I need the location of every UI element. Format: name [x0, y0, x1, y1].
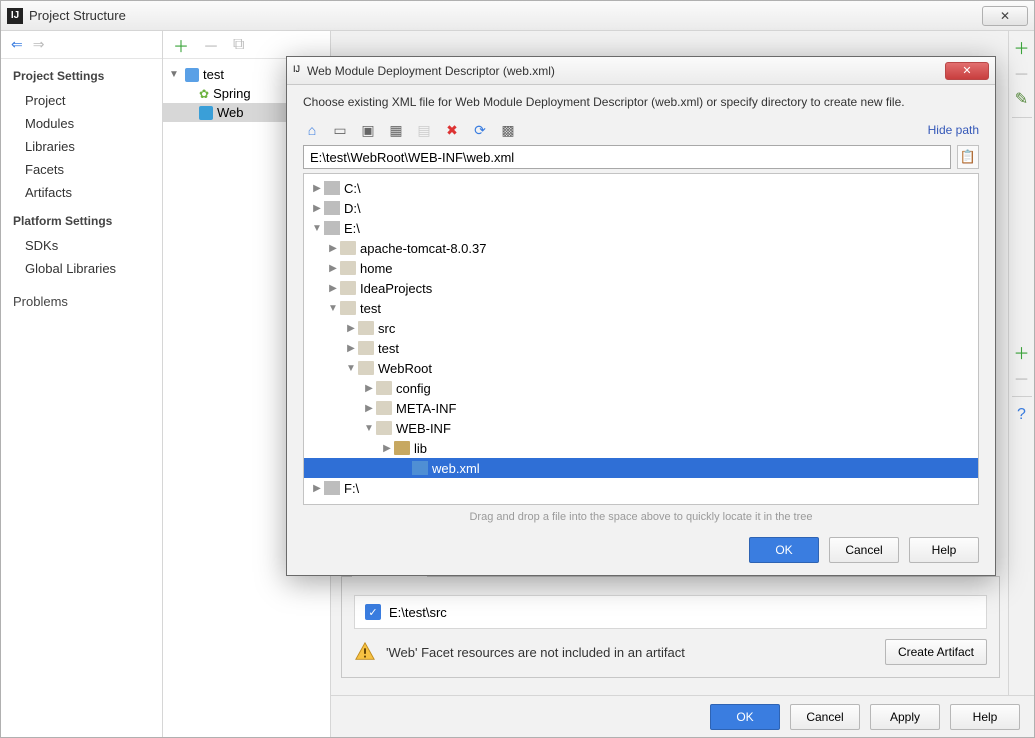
tree-folder-metainf[interactable]: ▶META-INF	[304, 398, 978, 418]
window-close-button[interactable]: ✕	[982, 6, 1028, 26]
nav-history: ⇐ ⇒	[1, 31, 162, 59]
create-artifact-button[interactable]: Create Artifact	[885, 639, 987, 665]
section-platform-settings: Platform Settings	[1, 204, 162, 234]
toolstrip-remove2-icon[interactable]: －	[1012, 368, 1032, 388]
sidebar-item-sdks[interactable]: SDKs	[1, 234, 162, 257]
tree-folder-home[interactable]: ▶home	[304, 258, 978, 278]
ok-button[interactable]: OK	[710, 704, 780, 730]
right-toolstrip: ＋ － ✎ ＋ － ?	[1008, 31, 1034, 737]
module-label: test	[203, 67, 224, 82]
source-roots-section: Source Roots ✓ E:\test\src 'Web' Facet r…	[341, 576, 1000, 678]
sidebar-item-artifacts[interactable]: Artifacts	[1, 181, 162, 204]
warning-icon	[354, 641, 376, 663]
tree-folder-webinf[interactable]: ▼WEB-INF	[304, 418, 978, 438]
dialog-button-row: OK Cancel Help	[303, 533, 979, 575]
tree-folder-config[interactable]: ▶config	[304, 378, 978, 398]
sidebar-item-problems[interactable]: Problems	[1, 290, 162, 313]
source-root-checkbox[interactable]: ✓	[365, 604, 381, 620]
dialog-instruction-text: Choose existing XML file for Web Module …	[303, 95, 979, 109]
toolstrip-remove-icon[interactable]: －	[1012, 63, 1032, 83]
dialog-help-button[interactable]: Help	[909, 537, 979, 563]
tree-folder-ideaprojects[interactable]: ▶IdeaProjects	[304, 278, 978, 298]
project-structure-window: IJ Project Structure ✕ ⇐ ⇒ Project Setti…	[0, 0, 1035, 738]
tree-folder-test[interactable]: ▼test	[304, 298, 978, 318]
toolstrip-add2-icon[interactable]: ＋	[1012, 342, 1032, 362]
dialog-ok-button[interactable]: OK	[749, 537, 819, 563]
facet-label-spring: Spring	[213, 86, 251, 101]
sidebar-item-libraries[interactable]: Libraries	[1, 135, 162, 158]
hide-path-link[interactable]: Hide path	[928, 123, 979, 137]
modules-toolbar: ＋ － ⧉	[163, 31, 330, 59]
add-module-icon[interactable]: ＋	[173, 33, 189, 57]
artifact-warning-row: 'Web' Facet resources are not included i…	[354, 639, 987, 665]
project-icon[interactable]: ▣	[359, 121, 377, 139]
section-project-settings: Project Settings	[1, 59, 162, 89]
sidebar-item-facets[interactable]: Facets	[1, 158, 162, 181]
cancel-button[interactable]: Cancel	[790, 704, 860, 730]
spring-icon: ✿	[199, 87, 209, 101]
file-tree[interactable]: ▶C:\ ▶D:\ ▼E:\ ▶apache-tomcat-8.0.37 ▶ho…	[303, 173, 979, 505]
dialog-cancel-button[interactable]: Cancel	[829, 537, 899, 563]
sidebar-item-project[interactable]: Project	[1, 89, 162, 112]
facet-label-web: Web	[217, 105, 244, 120]
dialog-close-button[interactable]: ✕	[945, 62, 989, 80]
copy-module-icon[interactable]: ⧉	[233, 36, 244, 54]
module-icon	[185, 68, 199, 82]
tree-drive-c[interactable]: ▶C:\	[304, 178, 978, 198]
dialog-toolbar: ⌂ ▭ ▣ ▦ ▤ ✖ ⟳ ▩ Hide path	[303, 119, 979, 141]
dialog-button-bar: OK Cancel Apply Help	[331, 695, 1034, 737]
tree-folder-lib[interactable]: ▶lib	[304, 438, 978, 458]
sidebar-item-modules[interactable]: Modules	[1, 112, 162, 135]
module-icon[interactable]: ▦	[387, 121, 405, 139]
app-icon: IJ	[7, 8, 23, 24]
source-root-path: E:\test\src	[389, 605, 447, 620]
remove-module-icon[interactable]: －	[203, 33, 219, 57]
dialog-app-icon: IJ	[293, 64, 307, 78]
window-title: Project Structure	[29, 8, 126, 23]
nav-forward-icon[interactable]: ⇒	[33, 36, 45, 53]
tree-drive-e[interactable]: ▼E:\	[304, 218, 978, 238]
drag-drop-hint: Drag and drop a file into the space abov…	[303, 505, 979, 533]
source-root-row[interactable]: ✓ E:\test\src	[354, 595, 987, 629]
settings-sidebar: ⇐ ⇒ Project Settings Project Modules Lib…	[1, 31, 163, 737]
path-input[interactable]	[303, 145, 951, 169]
tree-folder-test2[interactable]: ▶test	[304, 338, 978, 358]
dialog-title: Web Module Deployment Descriptor (web.xm…	[307, 64, 555, 78]
tree-folder-webroot[interactable]: ▼WebRoot	[304, 358, 978, 378]
dialog-titlebar[interactable]: IJ Web Module Deployment Descriptor (web…	[287, 57, 995, 85]
toolstrip-edit-icon[interactable]: ✎	[1012, 89, 1032, 109]
apply-button[interactable]: Apply	[870, 704, 940, 730]
delete-icon[interactable]: ✖	[443, 121, 461, 139]
tree-folder-src[interactable]: ▶src	[304, 318, 978, 338]
help-button[interactable]: Help	[950, 704, 1020, 730]
tree-toggle-icon[interactable]: ▼	[169, 69, 181, 80]
new-folder-icon[interactable]: ▤	[415, 121, 433, 139]
toolstrip-add-icon[interactable]: ＋	[1012, 37, 1032, 57]
artifact-warning-text: 'Web' Facet resources are not included i…	[386, 645, 875, 660]
refresh-icon[interactable]: ⟳	[471, 121, 489, 139]
window-titlebar[interactable]: IJ Project Structure ✕	[1, 1, 1034, 31]
desktop-icon[interactable]: ▭	[331, 121, 349, 139]
history-icon[interactable]: 📋	[957, 145, 979, 169]
tree-folder-tomcat[interactable]: ▶apache-tomcat-8.0.37	[304, 238, 978, 258]
tree-drive-d[interactable]: ▶D:\	[304, 198, 978, 218]
tree-drive-f[interactable]: ▶F:\	[304, 478, 978, 498]
web-facet-icon	[199, 106, 213, 120]
show-hidden-icon[interactable]: ▩	[499, 121, 517, 139]
tree-file-webxml[interactable]: web.xml	[304, 458, 978, 478]
sidebar-item-global-libraries[interactable]: Global Libraries	[1, 257, 162, 280]
toolstrip-help-icon[interactable]: ?	[1012, 405, 1032, 425]
nav-back-icon[interactable]: ⇐	[11, 36, 23, 53]
home-icon[interactable]: ⌂	[303, 121, 321, 139]
file-chooser-dialog: IJ Web Module Deployment Descriptor (web…	[286, 56, 996, 576]
